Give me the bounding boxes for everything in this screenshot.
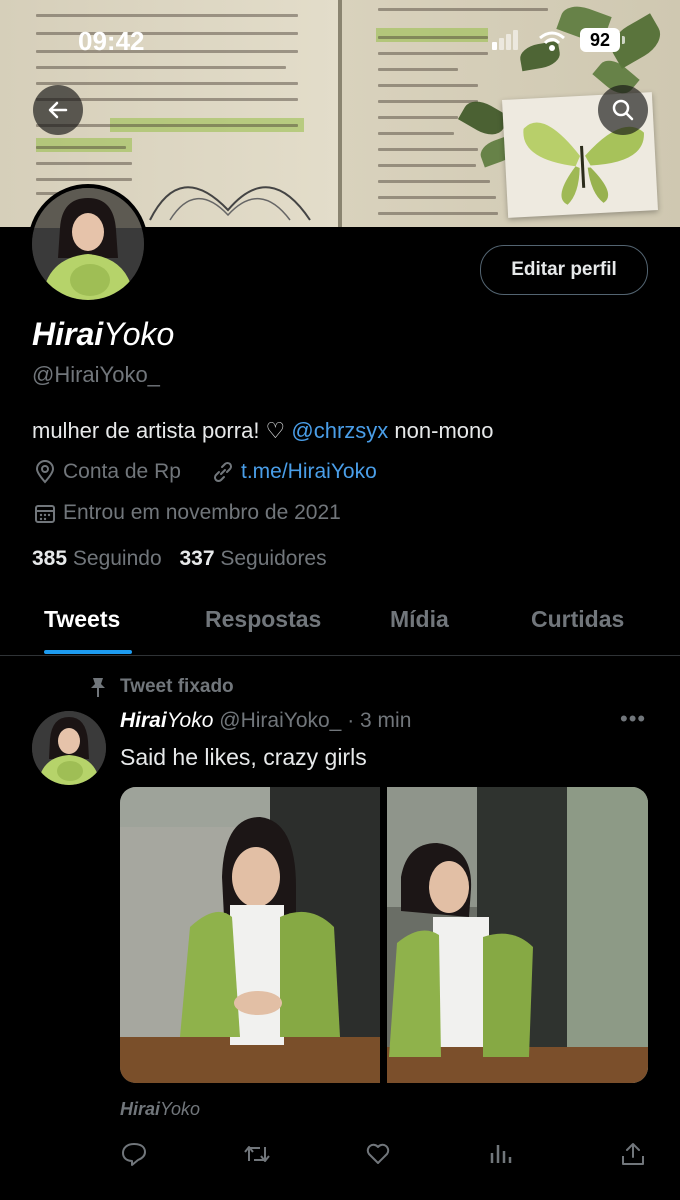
banner-butterfly-sketch bbox=[149, 186, 311, 221]
map-pin-icon bbox=[35, 460, 55, 484]
views-icon bbox=[490, 1145, 512, 1163]
bio-mention-link[interactable]: @chrzsyx bbox=[291, 418, 388, 443]
tweet-media-image-1[interactable] bbox=[120, 787, 380, 1083]
tweet-time[interactable]: 3 min bbox=[360, 709, 411, 732]
back-button[interactable] bbox=[33, 85, 83, 135]
follow-counts: 385 Seguindo 337 Seguidores bbox=[32, 547, 327, 571]
calendar-icon bbox=[35, 505, 55, 523]
tab-replies[interactable]: Respostas bbox=[205, 606, 321, 633]
tweet-text: Said he likes, crazy girls bbox=[120, 744, 367, 770]
more-options-button[interactable]: ••• bbox=[620, 706, 646, 732]
tabs-divider bbox=[0, 655, 680, 656]
profile-avatar[interactable] bbox=[28, 184, 148, 304]
share-icon bbox=[622, 1143, 644, 1165]
retweet-icon bbox=[244, 1146, 270, 1162]
wifi-icon bbox=[538, 30, 566, 58]
profile-handle: @HiraiYoko_ bbox=[32, 362, 160, 387]
reply-icon bbox=[122, 1143, 146, 1166]
battery-tip bbox=[622, 36, 625, 44]
active-tab-indicator bbox=[44, 650, 132, 654]
pinned-label: Tweet fixado bbox=[120, 676, 234, 697]
profile-link[interactable]: t.me/HiraiYoko bbox=[212, 460, 377, 484]
heart-icon bbox=[366, 1143, 390, 1164]
reply-button[interactable] bbox=[121, 1141, 147, 1167]
tweet-avatar[interactable] bbox=[32, 711, 106, 785]
tweet-header: HiraiYoko @HiraiYoko_ · 3 min bbox=[120, 709, 412, 732]
tweet-author-name[interactable]: HiraiYoko bbox=[120, 709, 213, 732]
cellular-signal-icon bbox=[492, 30, 520, 50]
tweet-media-image-2[interactable] bbox=[387, 787, 648, 1083]
edit-profile-button[interactable]: Editar perfil bbox=[480, 245, 648, 295]
profile-bio: mulher de artista porra! ♡ @chrzsyx non-… bbox=[32, 418, 494, 443]
search-button[interactable] bbox=[598, 85, 648, 135]
tweet-author-handle[interactable]: @HiraiYoko_ bbox=[219, 709, 341, 732]
pin-icon bbox=[88, 676, 108, 703]
share-button[interactable] bbox=[620, 1141, 646, 1167]
battery-indicator: 92 bbox=[580, 28, 620, 52]
tab-likes[interactable]: Curtidas bbox=[531, 606, 624, 633]
profile-location: Conta de Rp bbox=[34, 460, 181, 484]
like-button[interactable] bbox=[365, 1141, 391, 1167]
followers-link[interactable]: 337 Seguidores bbox=[179, 547, 326, 570]
profile-joined-date: Entrou em novembro de 2021 bbox=[34, 501, 341, 525]
tab-media[interactable]: Mídia bbox=[390, 606, 449, 633]
search-icon bbox=[612, 99, 634, 121]
banner-book-spine bbox=[338, 0, 342, 227]
status-time: 09:42 bbox=[78, 26, 145, 56]
profile-display-name: HiraiYoko bbox=[32, 316, 175, 352]
tab-tweets[interactable]: Tweets bbox=[44, 606, 120, 633]
following-link[interactable]: 385 Seguindo bbox=[32, 547, 162, 570]
views-button[interactable] bbox=[488, 1141, 514, 1167]
tweet-source-name: HiraiYoko bbox=[120, 1099, 201, 1119]
link-icon bbox=[213, 461, 233, 483]
retweet-button[interactable] bbox=[243, 1141, 271, 1167]
arrow-left-icon bbox=[48, 101, 68, 119]
